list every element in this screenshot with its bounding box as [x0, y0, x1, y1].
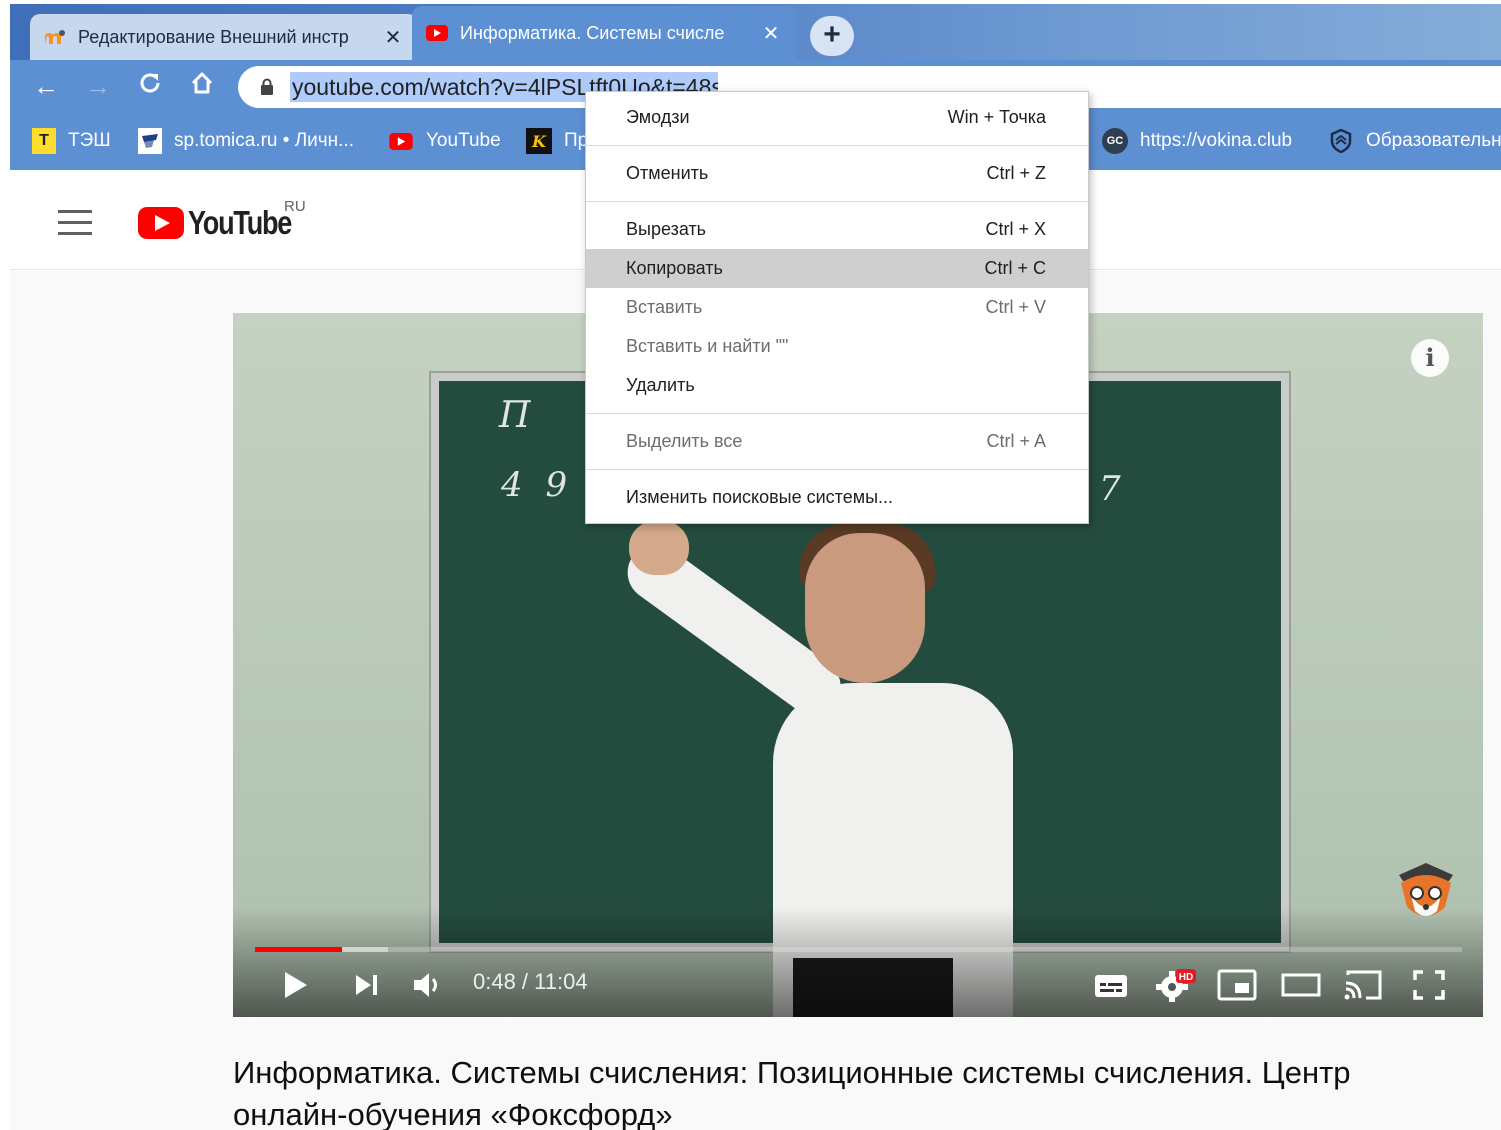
tab-title: Редактирование Внешний инстр — [78, 26, 349, 47]
youtube-icon — [426, 24, 448, 42]
theater-mode-icon[interactable] — [1279, 965, 1323, 1005]
youtube-wordmark: YouTube — [188, 204, 292, 241]
volume-icon[interactable] — [407, 965, 447, 1005]
progress-played — [255, 947, 342, 952]
menu-item[interactable]: Отменить Ctrl + Z — [586, 154, 1088, 193]
lock-icon — [260, 78, 274, 96]
tab-title: Информатика. Системы счисле — [460, 22, 725, 43]
edu-shield-icon — [1328, 128, 1354, 154]
bookmark-label: Образовательн — [1366, 130, 1501, 151]
tomica-icon — [138, 128, 162, 154]
menu-item-shortcut: Ctrl + Z — [986, 163, 1046, 183]
menu-item-shortcut: Ctrl + X — [985, 219, 1046, 239]
menu-item-label: Удалить — [626, 375, 695, 395]
menu-item[interactable]: Удалить — [586, 366, 1088, 405]
chalk-text: 7 — [1099, 469, 1127, 509]
menu-separator — [586, 145, 1088, 146]
menu-item-shortcut: Ctrl + A — [986, 431, 1046, 451]
subtitles-icon[interactable] — [1089, 965, 1133, 1005]
menu-item-label: Изменить поисковые системы... — [626, 487, 894, 507]
next-icon[interactable] — [349, 965, 385, 1005]
teacher-figure — [805, 533, 925, 683]
bookmark-tomica[interactable]: sp.tomica.ru • Личн... — [138, 126, 354, 156]
menu-item-label: Вставить — [626, 297, 703, 317]
progress-bar[interactable] — [255, 947, 1462, 952]
bookmark-label: ТЭШ — [68, 130, 111, 151]
time-display: 0:48 / 11:04 — [473, 969, 588, 994]
close-icon[interactable]: ✕ — [760, 21, 782, 46]
menu-item-shortcut: Ctrl + V — [985, 297, 1046, 317]
youtube-icon — [388, 128, 414, 154]
bookmark-tesh[interactable]: T ТЭШ — [32, 126, 111, 156]
info-icon[interactable]: i — [1411, 339, 1449, 377]
menu-item: Выделить все Ctrl + A — [586, 422, 1088, 461]
bookmark-edu[interactable]: Образовательн — [1328, 126, 1501, 156]
menu-item-label: Эмодзи — [626, 107, 690, 127]
cast-icon[interactable] — [1341, 965, 1385, 1005]
tab-strip: Редактирование Внешний инстр ✕ Информати… — [10, 4, 1501, 60]
menu-item-label: Выделить все — [626, 431, 743, 451]
fullscreen-icon[interactable] — [1407, 965, 1451, 1005]
menu-item-shortcut: Win + Точка — [947, 107, 1046, 127]
close-icon[interactable]: ✕ — [382, 25, 404, 50]
tab-youtube-video[interactable]: Информатика. Системы счисле ✕ — [412, 6, 796, 60]
bookmark-label: YouTube — [426, 130, 501, 151]
settings-gear-icon[interactable]: HD — [1151, 965, 1201, 1005]
menu-separator — [586, 201, 1088, 202]
bookmark-vokina[interactable]: GC https://vokina.club — [1102, 126, 1292, 156]
tab-moodle-edit[interactable]: Редактирование Внешний инстр ✕ — [30, 14, 418, 60]
menu-item[interactable]: Эмодзи Win + Точка — [586, 98, 1088, 137]
home-icon[interactable] — [186, 70, 218, 102]
menu-item-label: Копировать — [626, 258, 723, 278]
svg-text:HD: HD — [1179, 972, 1193, 983]
region-code: RU — [284, 198, 306, 215]
play-icon[interactable] — [275, 965, 315, 1005]
bookmark-youtube[interactable]: YouTube — [388, 126, 501, 156]
bookmark-label: https://vokina.club — [1140, 130, 1293, 151]
menu-icon[interactable] — [58, 210, 92, 236]
youtube-play-icon — [138, 207, 184, 239]
menu-item-label: Вставить и найти "" — [626, 336, 789, 356]
menu-separator — [586, 469, 1088, 470]
reload-icon[interactable] — [134, 70, 166, 102]
menu-item[interactable]: Копировать Ctrl + C — [586, 249, 1088, 288]
gc-icon: GC — [1102, 128, 1128, 154]
menu-item[interactable]: Изменить поисковые системы... — [586, 478, 1088, 517]
menu-item-label: Отменить — [626, 163, 709, 183]
menu-item[interactable]: Вырезать Ctrl + X — [586, 210, 1088, 249]
youtube-logo[interactable]: YouTube RU — [138, 198, 314, 242]
menu-item: Вставить и найти "" — [586, 327, 1088, 366]
menu-item: Вставить Ctrl + V — [586, 288, 1088, 327]
moodle-icon — [44, 28, 66, 46]
teacher-figure — [629, 521, 689, 575]
k-icon: K — [526, 128, 552, 154]
tesh-icon: T — [32, 128, 56, 154]
menu-item-shortcut: Ctrl + C — [984, 258, 1046, 278]
menu-item-label: Вырезать — [626, 219, 707, 239]
menu-separator — [586, 413, 1088, 414]
back-icon[interactable]: ← — [30, 70, 62, 102]
context-menu: Эмодзи Win + Точка Отменить Ctrl + Z Вырезат… — [585, 91, 1089, 524]
miniplayer-icon[interactable] — [1215, 965, 1259, 1005]
chalk-text: П — [499, 395, 537, 436]
video-title: Информатика. Системы счисления: Позицион… — [233, 1055, 1351, 1130]
bookmark-label: sp.tomica.ru • Личн... — [174, 130, 354, 151]
bookmark-k[interactable]: K Пр — [526, 126, 588, 156]
forward-icon[interactable]: → — [82, 70, 114, 102]
new-tab-button[interactable]: + — [810, 16, 854, 56]
